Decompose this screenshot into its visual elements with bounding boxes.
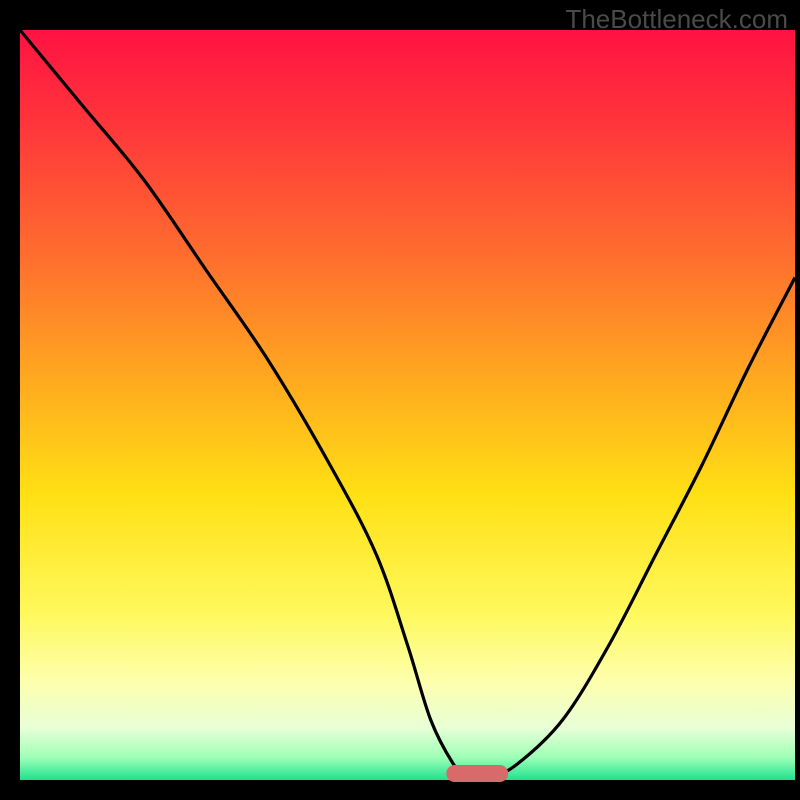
gradient-background [20, 30, 795, 780]
optimal-spot-marker [446, 765, 508, 782]
chart-container: TheBottleneck.com [0, 0, 800, 800]
watermark-text: TheBottleneck.com [565, 4, 788, 35]
chart-svg [0, 0, 800, 800]
